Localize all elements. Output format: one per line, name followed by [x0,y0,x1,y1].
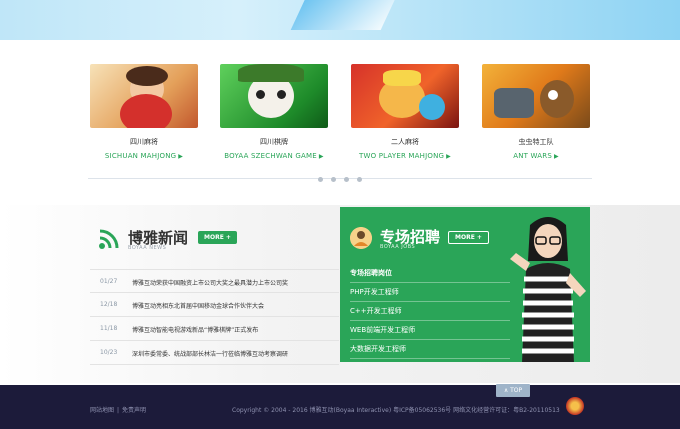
carousel-dot[interactable] [357,177,362,182]
plus-icon: + [225,234,231,241]
news-item[interactable]: 10/23 深圳市委常委、统战部部长林洁一行莅临博雅互动考察调研 [90,341,339,365]
game-showcase: 四川麻将 SICHUAN MAHJONG ▶ 四川棋牌 BOYAA SZECHWA… [90,64,590,164]
character-hair [126,66,168,86]
news-list: 01/27 博雅互动荣获中国融资上市公司大奖之最具潜力上市公司奖 12/18 博雅互… [90,269,339,365]
footer-links: 网站地图 | 免责声明 [90,405,149,414]
job-item[interactable]: C++开发工程师 [350,302,510,321]
banner-art-shape [290,0,400,30]
game-en-label[interactable]: BOYAA SZECHWAN GAME [224,152,317,160]
more-label[interactable]: MORE [204,234,224,241]
arrow-right-icon: ▶ [553,153,559,160]
mahjong-prop [419,94,445,120]
character-dress [120,94,172,128]
back-to-top-button[interactable]: ∧ TOP [496,384,530,397]
game-card[interactable]: 四川棋牌 BOYAA SZECHWAN GAME ▶ [220,64,328,162]
news-item[interactable]: 12/18 博雅互动亮相东北首届中国移动金球合作伙伴大会 [90,293,339,317]
copyright-text: Copyright © 2004 - 2016 博雅互动(Boyaa Inter… [232,407,560,414]
ant-eye [548,90,558,100]
news-date: 10/23 [100,349,118,356]
rss-icon [99,229,119,249]
game-card[interactable]: 四川麻将 SICHUAN MAHJONG ▶ [90,64,198,162]
carousel-dot[interactable] [344,177,349,182]
ant-character [540,80,574,118]
jobs-subtitle: BOYAA JOBS [380,244,416,250]
game-link[interactable]: TWO PLAYER MAHJONG ▶ [351,151,459,162]
game-en-label[interactable]: TWO PLAYER MAHJONG [359,152,444,160]
disclaimer-link[interactable]: 免责声明 [122,407,146,414]
jobs-more-button[interactable]: MORE + [448,231,489,244]
carousel-dot[interactable] [318,177,323,182]
game-thumbnail[interactable] [482,64,590,128]
top-banner [0,0,680,40]
sitemap-link[interactable]: 网站地图 [90,407,114,414]
jobs-panel: 专场招聘 BOYAA JOBS MORE + 专场招聘岗位 PHP开发工程师 C… [340,207,590,362]
game-card[interactable]: 二人麻将 TWO PLAYER MAHJONG ▶ [351,64,459,162]
arrow-right-icon: ▶ [178,153,184,160]
carousel-dots [318,177,364,183]
arrow-right-icon: ▶ [318,153,324,160]
game-link[interactable]: ANT WARS ▶ [482,151,590,162]
carousel-dot[interactable] [331,177,336,182]
game-thumbnail[interactable] [220,64,328,128]
character-crown [383,70,421,86]
person-icon [350,227,372,249]
jobs-list: 专场招聘岗位 PHP开发工程师 C++开发工程师 WEB前端开发工程师 大数据开… [350,264,510,359]
news-item[interactable]: 11/18 博雅互动智能电视游戏新品“博雅棋牌”正式发布 [90,317,339,341]
news-more-button[interactable]: MORE + [198,231,237,244]
panda-hat [238,64,304,82]
job-item[interactable]: PHP开发工程师 [350,283,510,302]
game-link[interactable]: SICHUAN MAHJONG ▶ [90,151,198,162]
news-subtitle: BOYAA NEWS [128,245,167,251]
news-item[interactable]: 01/27 博雅互动荣获中国融资上市公司大奖之最具潜力上市公司奖 [90,269,339,293]
game-name[interactable]: 四川麻将 [90,137,198,147]
jobs-list-header: 专场招聘岗位 [350,264,510,283]
news-panel: 博雅新闻 BOYAA NEWS MORE + 01/27 博雅互动荣获中国融资上市… [90,207,339,365]
game-card[interactable]: 虫虫特工队 ANT WARS ▶ [482,64,590,162]
recruiter-illustration [510,217,586,362]
game-thumbnail[interactable] [90,64,198,128]
game-name[interactable]: 虫虫特工队 [482,137,590,147]
news-headline[interactable]: 博雅互动智能电视游戏新品“博雅棋牌”正式发布 [132,325,258,334]
news-date: 11/18 [100,325,118,332]
arrow-right-icon: ▶ [446,153,451,160]
news-date: 12/18 [100,301,118,308]
more-label[interactable]: MORE [455,234,475,241]
game-en-label[interactable]: SICHUAN MAHJONG [105,152,176,160]
police-badge-icon[interactable] [566,397,584,415]
job-item[interactable]: WEB前端开发工程师 [350,321,510,340]
news-headline[interactable]: 博雅互动荣获中国融资上市公司大奖之最具潜力上市公司奖 [132,278,288,287]
panda-eye [277,90,286,99]
news-headline[interactable]: 深圳市委常委、统战部部长林洁一行莅临博雅互动考察调研 [132,349,288,358]
job-item[interactable]: 大数据开发工程师 [350,340,510,359]
game-name[interactable]: 二人麻将 [351,137,459,147]
panda-eye [256,90,265,99]
news-date: 01/27 [100,278,118,285]
robot-body [494,88,534,118]
footer-separator: | [117,407,120,414]
game-link[interactable]: BOYAA SZECHWAN GAME ▶ [220,151,328,162]
plus-icon: + [476,234,482,241]
game-en-label[interactable]: ANT WARS [513,152,552,160]
game-thumbnail[interactable] [351,64,459,128]
game-name[interactable]: 四川棋牌 [220,137,328,147]
news-headline[interactable]: 博雅互动亮相东北首届中国移动金球合作伙伴大会 [132,301,264,310]
